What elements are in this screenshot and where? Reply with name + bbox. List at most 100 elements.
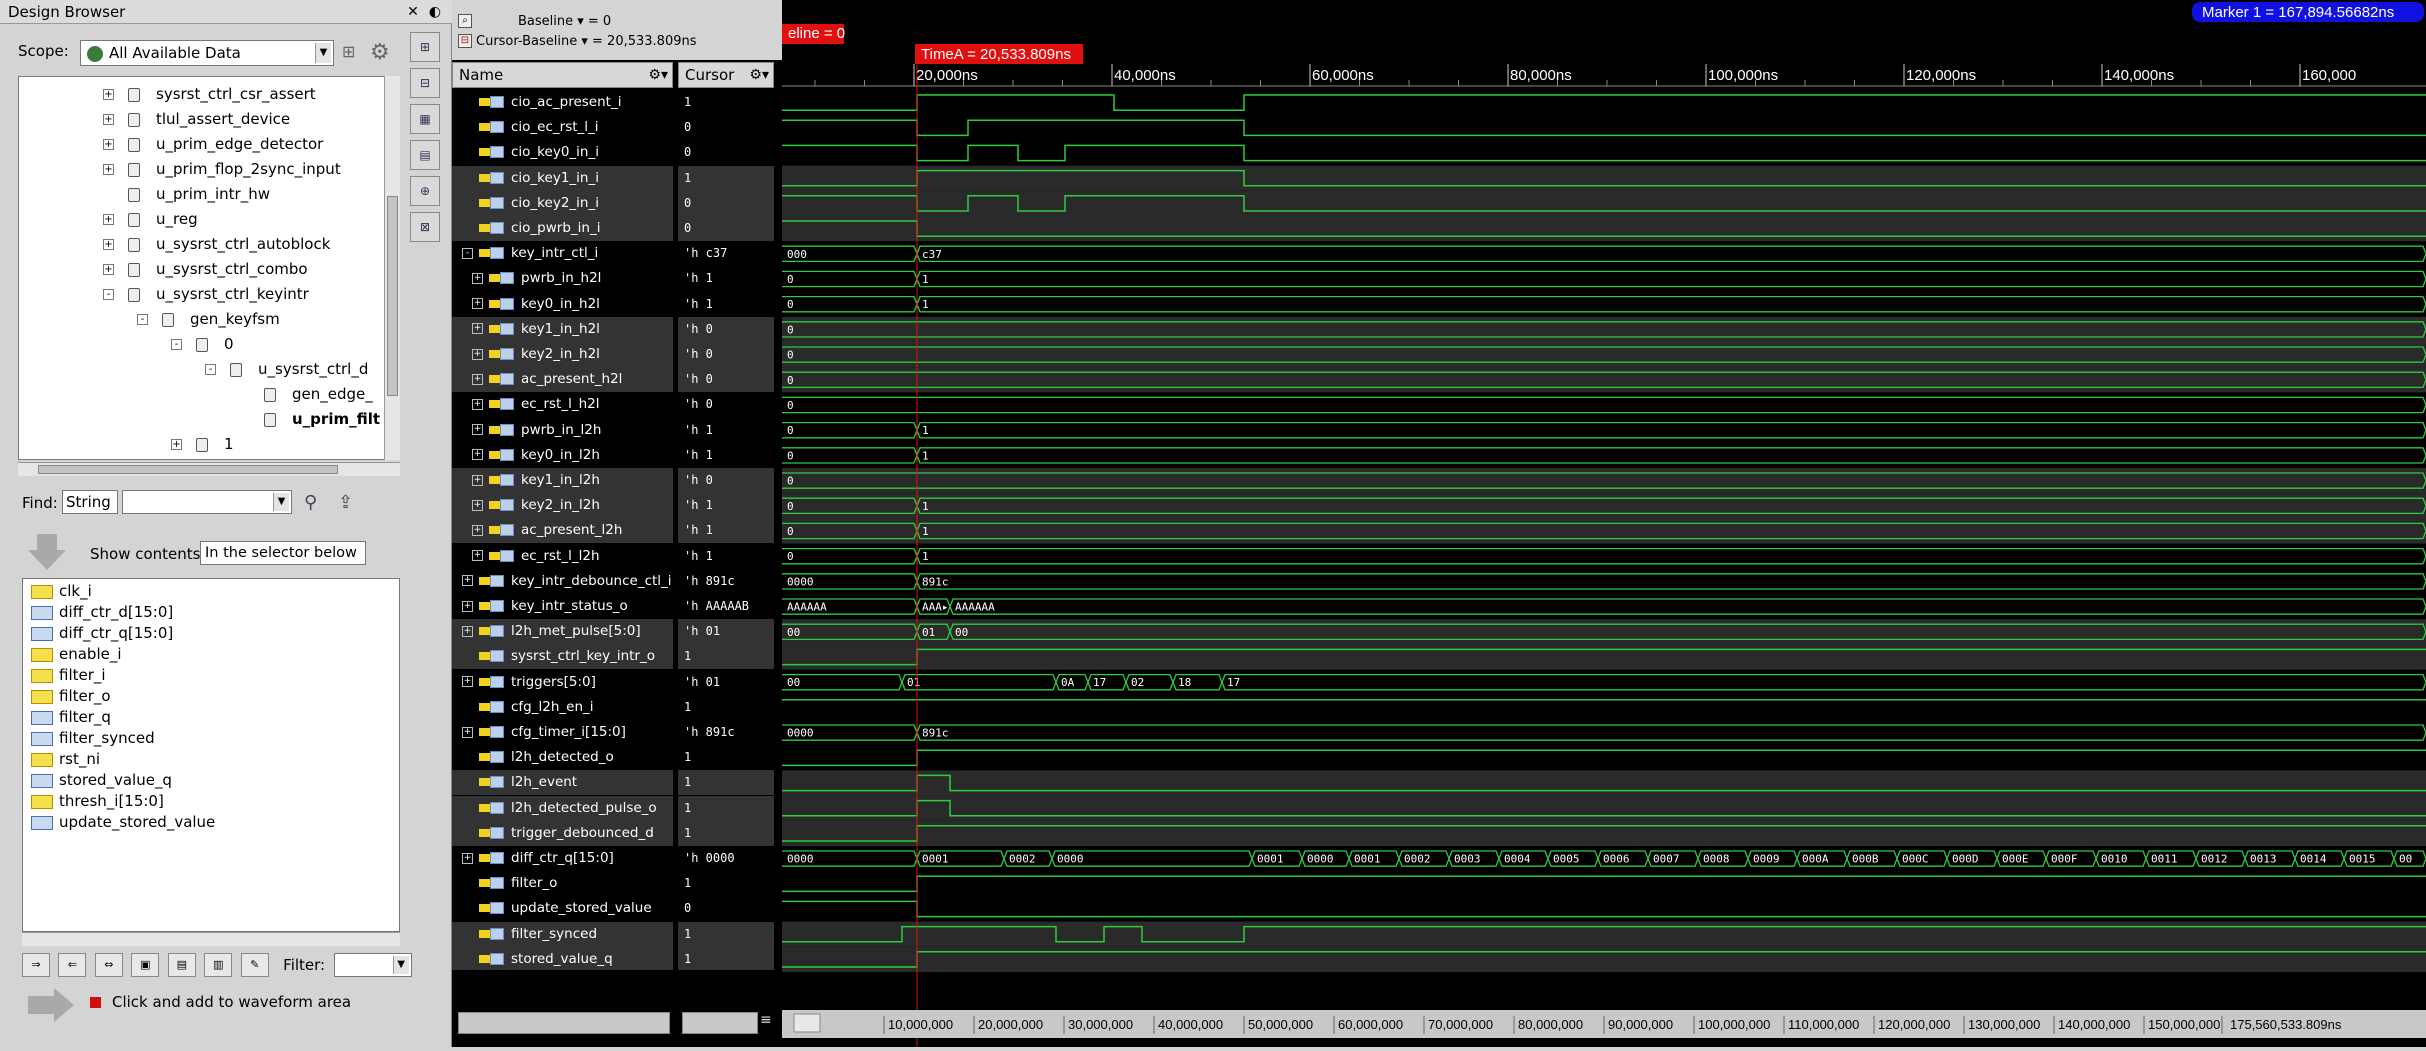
signal-row[interactable]: + ec_rst_l_l2h: [452, 544, 673, 569]
expand-icon[interactable]: +: [462, 852, 473, 864]
contents-list[interactable]: clk_i diff_ctr_d[15:0] diff_ctr_q[15:0] ena…: [22, 578, 400, 932]
expand-icon[interactable]: +: [103, 214, 114, 225]
internal-filter-button[interactable]: ▣: [131, 953, 160, 977]
tree-item[interactable]: - u_sysrst_ctrl_keyintr: [103, 282, 309, 307]
signal-row[interactable]: + cfg_timer_i[15:0]: [452, 720, 673, 745]
tree-item[interactable]: gen_edge_: [239, 382, 373, 407]
tree-item[interactable]: u_prim_filt: [239, 407, 380, 432]
expand-icon[interactable]: +: [103, 264, 114, 275]
expand-icon[interactable]: +: [103, 239, 114, 250]
signal-row[interactable]: l2h_detected_o: [452, 745, 673, 770]
expand-icon[interactable]: +: [103, 89, 114, 100]
close-icon[interactable]: ✕: [404, 3, 422, 21]
expand-icon[interactable]: +: [462, 600, 473, 612]
expand-icon[interactable]: +: [103, 164, 114, 175]
signal-row[interactable]: + key0_in_h2l: [452, 292, 673, 317]
tree-item[interactable]: + u_sysrst_ctrl_combo: [103, 257, 308, 282]
undock-icon[interactable]: ◐: [426, 3, 444, 21]
signal-row[interactable]: l2h_detected_pulse_o: [452, 795, 673, 821]
tree-item[interactable]: + tlul_assert_device: [103, 107, 290, 132]
signal-row[interactable]: trigger_debounced_d: [452, 820, 673, 846]
send-to-trace-button[interactable]: ⊠: [410, 212, 440, 242]
tree-item[interactable]: +1: [171, 432, 234, 457]
signal-row[interactable]: l2h_event: [452, 770, 673, 796]
signal-row[interactable]: + ec_rst_l_h2l: [452, 392, 673, 417]
signal-row[interactable]: + triggers[5:0]: [452, 670, 673, 695]
menu-icon[interactable]: ≡: [760, 1012, 778, 1034]
expand-icon[interactable]: +: [472, 499, 483, 511]
expand-icon[interactable]: +: [472, 398, 483, 410]
signal-row[interactable]: - key_intr_ctl_i: [452, 241, 673, 266]
find-next-icon[interactable]: ⇪: [338, 492, 353, 513]
gear-icon[interactable]: ⚙▾: [749, 63, 769, 87]
collapse-icon[interactable]: -: [137, 314, 148, 325]
expand-icon[interactable]: +: [171, 439, 182, 450]
send-to-waveform-button[interactable]: ⊞: [410, 32, 440, 62]
gear-icon[interactable]: ⚙▾: [648, 63, 668, 87]
waveform-plot[interactable]: eline = 0 TimeA = 20,533.809ns Marker 1 = …: [765, 0, 2426, 1047]
signal-row[interactable]: + ac_present_l2h: [452, 518, 673, 544]
expand-icon[interactable]: +: [472, 449, 483, 461]
hierarchy-tree[interactable]: + sysrst_ctrl_csr_assert + tlul_assert_devi…: [18, 76, 400, 460]
signal-row[interactable]: + diff_ctr_q[15:0]: [452, 846, 673, 871]
send-to-flow-button[interactable]: ⊕: [410, 176, 440, 206]
wire-filter-button[interactable]: ▥: [204, 953, 233, 977]
signal-row[interactable]: + key_intr_status_o: [452, 594, 673, 619]
signal-row[interactable]: + l2h_met_pulse[5:0]: [452, 619, 673, 645]
signal-row[interactable]: + key_intr_debounce_ctl_i: [452, 569, 673, 594]
contents-item[interactable]: diff_ctr_d[15:0]: [31, 602, 173, 623]
contents-item[interactable]: filter_i: [31, 665, 106, 686]
signal-row[interactable]: + key1_in_h2l: [452, 316, 673, 342]
name-horizontal-scrollbar[interactable]: [458, 1012, 670, 1034]
contents-item[interactable]: filter_synced: [31, 728, 155, 749]
expand-icon[interactable]: +: [472, 323, 483, 335]
expand-icon[interactable]: +: [462, 726, 473, 738]
signal-row[interactable]: filter_synced: [452, 921, 673, 947]
signal-row[interactable]: sysrst_ctrl_key_intr_o: [452, 644, 673, 670]
name-column-header[interactable]: Name ⚙▾: [452, 62, 673, 88]
tree-item[interactable]: + sysrst_ctrl_csr_assert: [103, 82, 316, 107]
contents-item[interactable]: thresh_i[15:0]: [31, 791, 164, 812]
expand-icon[interactable]: +: [472, 298, 483, 310]
signal-row[interactable]: cio_pwrb_in_i: [452, 216, 673, 241]
signal-row[interactable]: + pwrb_in_h2l: [452, 266, 673, 291]
reg-filter-button[interactable]: ▤: [167, 953, 196, 977]
other-filter-button[interactable]: ✎: [240, 953, 269, 977]
contents-item[interactable]: clk_i: [31, 581, 92, 602]
tree-item[interactable]: + u_sysrst_ctrl_autoblock: [103, 232, 330, 257]
filter-select[interactable]: ▼: [333, 953, 412, 977]
cursor-baseline-value[interactable]: Cursor-Baseline ▾ = 20,533.809ns: [476, 34, 697, 49]
signal-row[interactable]: + key2_in_h2l: [452, 342, 673, 367]
find-binoculars-icon[interactable]: ⚲: [304, 492, 317, 513]
baseline-value[interactable]: Baseline ▾ = 0: [518, 14, 611, 29]
expand-icon[interactable]: +: [103, 114, 114, 125]
signal-row[interactable]: + pwrb_in_l2h: [452, 418, 673, 443]
expand-icon[interactable]: +: [472, 474, 483, 486]
cursor-column-header[interactable]: Cursor ⚙▾: [678, 62, 774, 88]
tree-item[interactable]: -0: [171, 332, 234, 357]
expand-icon[interactable]: +: [472, 424, 483, 436]
scope-select[interactable]: All Available Data ▼: [80, 40, 334, 66]
signal-row[interactable]: + key0_in_l2h: [452, 443, 673, 468]
output-filter-button[interactable]: ⇐: [58, 953, 87, 977]
show-contents-select[interactable]: In the selector below: [200, 541, 366, 565]
signal-row[interactable]: cio_ac_present_i: [452, 90, 673, 115]
collapse-icon[interactable]: -: [205, 364, 216, 375]
signal-row[interactable]: cio_ec_rst_l_i: [452, 115, 673, 140]
tree-item[interactable]: + u_prim_edge_detector: [103, 132, 323, 157]
expand-icon[interactable]: +: [472, 550, 483, 562]
contents-horizontal-scrollbar[interactable]: [22, 932, 400, 946]
find-type-select[interactable]: String: [62, 490, 118, 514]
tree-item[interactable]: + u_prim_flop_2sync_input: [103, 157, 341, 182]
contents-item[interactable]: filter_q: [31, 707, 111, 728]
collapse-icon[interactable]: -: [103, 289, 114, 300]
signal-row[interactable]: stored_value_q: [452, 946, 673, 970]
input-filter-button[interactable]: ⇒: [22, 953, 50, 977]
signal-row[interactable]: cio_key0_in_i: [452, 140, 673, 165]
expand-icon[interactable]: +: [462, 625, 473, 637]
signal-row[interactable]: cfg_l2h_en_i: [452, 695, 673, 720]
gear-icon[interactable]: ⚙: [370, 40, 396, 66]
send-to-schematic-button[interactable]: ⊟: [410, 68, 440, 98]
contents-item[interactable]: diff_ctr_q[15:0]: [31, 623, 173, 644]
tree-item[interactable]: - u_sysrst_ctrl_d: [205, 357, 368, 382]
